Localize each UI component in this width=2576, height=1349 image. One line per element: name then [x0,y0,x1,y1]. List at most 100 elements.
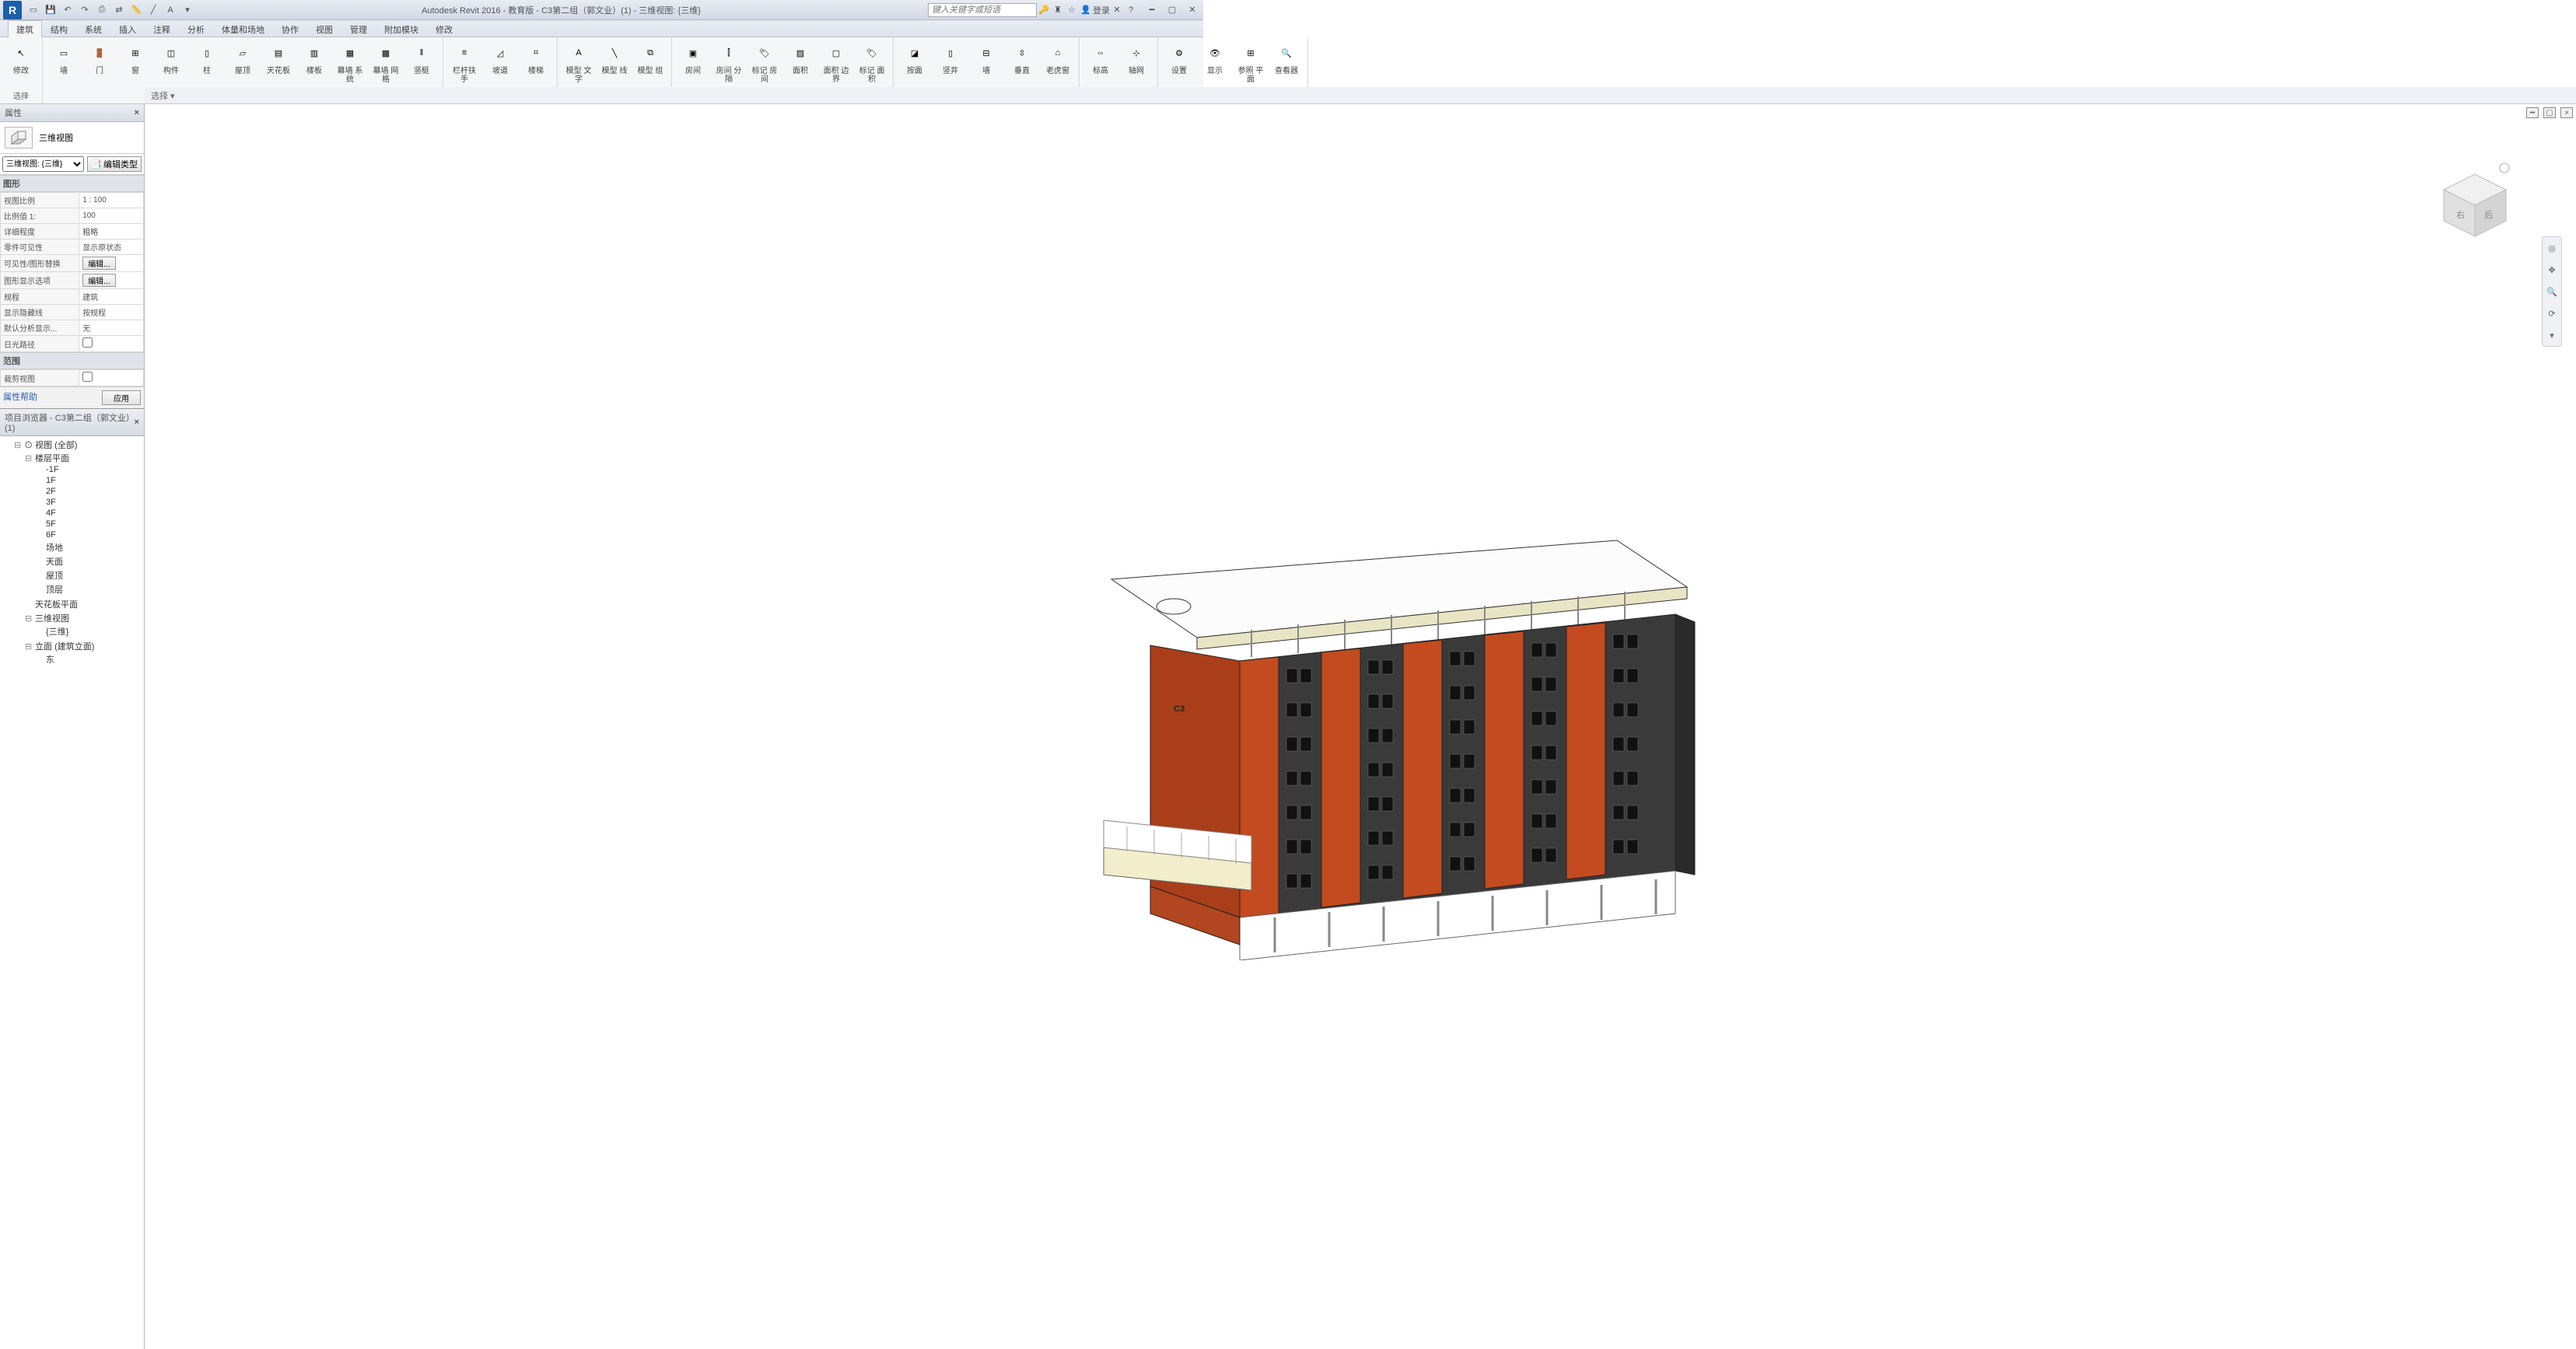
qat-text-icon[interactable]: A [163,3,177,17]
ribbon-button-mullion[interactable]: ‖竖梃 [405,39,438,77]
tree-twisty-icon[interactable]: ⊟ [25,453,33,463]
ribbon-button-ceiling[interactable]: ▤天花板 [262,39,295,77]
ribbon-button-wall-open[interactable]: ⊟墙 [970,39,1003,77]
ribbon-button-model-group[interactable]: ⧉模型 组 [634,39,667,77]
app-logo-icon[interactable]: R [3,1,22,19]
exchange-icon[interactable]: ✕ [1110,3,1124,17]
ribbon-button-area-bound[interactable]: ▢面积 边界 [820,39,852,86]
properties-close-icon[interactable]: × [135,108,139,117]
ribbon-button-room-sep[interactable]: ⫿房间 分隔 [712,39,745,86]
ribbon-button-vertical[interactable]: ⇳垂直 [1006,39,1038,77]
ribbon-button-set[interactable]: ⚙设置 [1163,39,1195,77]
qat-dropdown-icon[interactable]: ▾ [180,3,194,17]
prop-section-图形[interactable]: 图形 [0,175,144,192]
qat-sync-icon[interactable]: ⇄ [112,3,126,17]
minimize-button[interactable]: ━ [1144,4,1160,16]
property-row[interactable]: 图形显示选项编辑... [1,272,144,289]
property-row[interactable]: 零件可见性显示原状态 [1,239,144,255]
ribbon-button-ref-plane[interactable]: ⊞参照 平面 [1234,39,1267,86]
property-row[interactable]: 裁剪视图 [1,370,144,386]
edit-type-button[interactable]: 📑 编辑类型 [87,156,142,172]
tree-item[interactable]: 5F [36,519,141,529]
mdi-minimize-button[interactable]: ━ [2526,107,2539,118]
tree-item[interactable]: 东 [36,652,141,666]
ribbon-tab-注释[interactable]: 注释 [145,20,179,37]
apply-button[interactable]: 应用 [102,390,141,405]
property-row[interactable]: 详细程度粗略 [1,224,144,239]
steering-wheel-icon[interactable]: ◎ [2544,240,2560,256]
tree-twisty-icon[interactable]: ⊟ [25,613,33,624]
tree-item[interactable]: ⊟ 三维视图 {三维} [25,611,141,639]
ribbon-button-stair[interactable]: ⌗楼梯 [520,39,552,77]
comm-icon[interactable]: ♜ [1051,3,1065,17]
tree-item[interactable]: 4F [36,508,141,519]
ribbon-button-room-tag[interactable]: 🏷标记 房间 [748,39,781,86]
ribbon-button-model-line[interactable]: ╲模型 线 [598,39,631,77]
options-bar-label[interactable]: 选择 ▾ [151,89,175,102]
search-input[interactable] [928,3,1037,17]
tree-item[interactable]: -1F [36,464,141,475]
tree-item[interactable]: 1F [36,475,141,486]
property-value[interactable]: 建筑 [79,289,144,305]
ribbon-button-component[interactable]: ◫构件 [155,39,187,77]
nav-more-icon[interactable]: ▾ [2544,327,2560,343]
pan-icon[interactable]: ✥ [2544,262,2560,278]
qat-measure-icon[interactable]: 📏 [129,3,143,17]
tree-root[interactable]: ⊟ ⊙ 视图 (全部)⊟ 楼层平面 -1F 1F 2F 3F 4F 5F 6F … [14,438,141,668]
viewcube-home-icon[interactable] [2500,163,2509,173]
property-value[interactable]: 100 [79,208,144,224]
ribbon-button-room[interactable]: ▣房间 [677,39,709,77]
tree-item[interactable]: ⊟ 立面 (建筑立面) 东 [25,639,141,667]
property-value[interactable]: 1 : 100 [79,193,144,208]
tree-item[interactable]: 2F [36,486,141,497]
tree-item[interactable]: ⊟ 楼层平面 -1F 1F 2F 3F 4F 5F 6F 场地 天面 屋顶 顶层 [25,451,141,597]
ribbon-button-dormer[interactable]: ⌂老虎窗 [1041,39,1074,77]
ribbon-button-railing[interactable]: ≡栏杆扶手 [448,39,481,86]
property-checkbox[interactable] [82,337,93,348]
maximize-button[interactable]: ▢ [1164,4,1180,16]
property-row[interactable]: 比例值 1:100 [1,208,144,224]
signin-label[interactable]: 登录 [1093,4,1110,16]
viewcube-face-right[interactable]: 右 [2456,209,2465,220]
ribbon-button-model-text[interactable]: A模型 文字 [562,39,595,86]
tree-item[interactable]: 天花板平面 [25,597,141,611]
ribbon-tab-体量和场地[interactable]: 体量和场地 [213,20,273,37]
property-checkbox[interactable] [82,372,93,382]
ribbon-button-curtain-grid[interactable]: ▩幕墙 网格 [369,39,402,86]
ribbon-button-ramp[interactable]: ◿坡道 [484,39,516,77]
property-value[interactable] [79,370,144,386]
ribbon-tab-结构[interactable]: 结构 [42,20,76,37]
ribbon-button-window[interactable]: ⊞窗 [119,39,152,77]
properties-type-selector[interactable]: 三维视图 [0,122,144,154]
ribbon-button-area[interactable]: ▨面积 [784,39,817,77]
help-icon[interactable]: ? [1124,3,1138,17]
qat-redo-icon[interactable]: ↷ [78,3,92,17]
viewcube[interactable]: 右 后 [2428,159,2514,246]
tree-twisty-icon[interactable]: ⊟ [14,440,22,450]
qat-undo-icon[interactable]: ↶ [61,3,75,17]
ribbon-button-level[interactable]: ⇔标高 [1084,39,1117,77]
property-value[interactable]: 编辑... [79,272,144,289]
ribbon-button-curtain-sys[interactable]: ▦幕墙 系统 [334,39,366,86]
ribbon-button-area-tag[interactable]: 🏷标记 面积 [856,39,888,86]
tree-item[interactable]: 屋顶 [36,568,141,582]
ribbon-button-show[interactable]: 👁显示 [1199,39,1231,77]
property-edit-button[interactable]: 编辑... [82,257,115,270]
property-edit-button[interactable]: 编辑... [82,274,115,287]
project-tree[interactable]: ⊟ ⊙ 视图 (全部)⊟ 楼层平面 -1F 1F 2F 3F 4F 5F 6F … [0,436,144,1349]
instance-selector[interactable]: 三维视图: {三维} [2,156,84,172]
qat-line-icon[interactable]: ╱ [146,3,160,17]
ribbon-button-grid[interactable]: ⊹轴网 [1120,39,1153,77]
viewport-3d[interactable]: ━ ▢ × 右 后 ◎ ✥ 🔍 ⟳ ▾ [145,104,2576,1349]
ribbon-button-door[interactable]: 🚪门 [83,39,116,77]
ribbon-tab-视图[interactable]: 视图 [307,20,341,37]
property-value[interactable]: 编辑... [79,255,144,272]
property-row[interactable]: 可见性/图形替换编辑... [1,255,144,272]
property-row[interactable]: 日光路径 [1,336,144,352]
ribbon-tab-建筑[interactable]: 建筑 [8,20,42,37]
property-row[interactable]: 默认分析显示...无 [1,320,144,336]
close-button[interactable]: ✕ [1185,4,1200,16]
qat-save-icon[interactable]: 💾 [44,3,58,17]
ribbon-tab-分析[interactable]: 分析 [179,20,213,37]
qat-print-icon[interactable]: ⎙ [95,3,109,17]
